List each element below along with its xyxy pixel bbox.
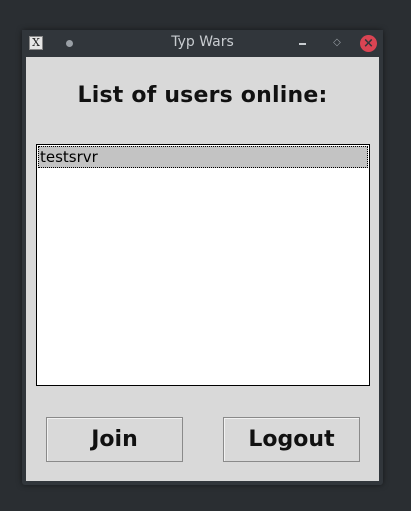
window-title: Typ Wars [171, 34, 234, 50]
close-icon[interactable]: × [360, 35, 377, 52]
maximize-icon[interactable]: ◇ [330, 36, 344, 50]
logout-button[interactable]: Logout [223, 417, 360, 462]
list-item[interactable]: testsrvr [38, 146, 368, 168]
page-title: List of users online: [77, 83, 328, 108]
minimize-icon[interactable] [299, 43, 306, 45]
title-bar[interactable]: X Typ Wars ◇ × [22, 30, 383, 57]
app-window: X Typ Wars ◇ × List of users online: tes… [22, 30, 383, 485]
users-listbox[interactable]: testsrvr [36, 144, 370, 386]
join-button[interactable]: Join [46, 417, 183, 462]
window-content: List of users online: testsrvr Join Logo… [26, 57, 379, 481]
